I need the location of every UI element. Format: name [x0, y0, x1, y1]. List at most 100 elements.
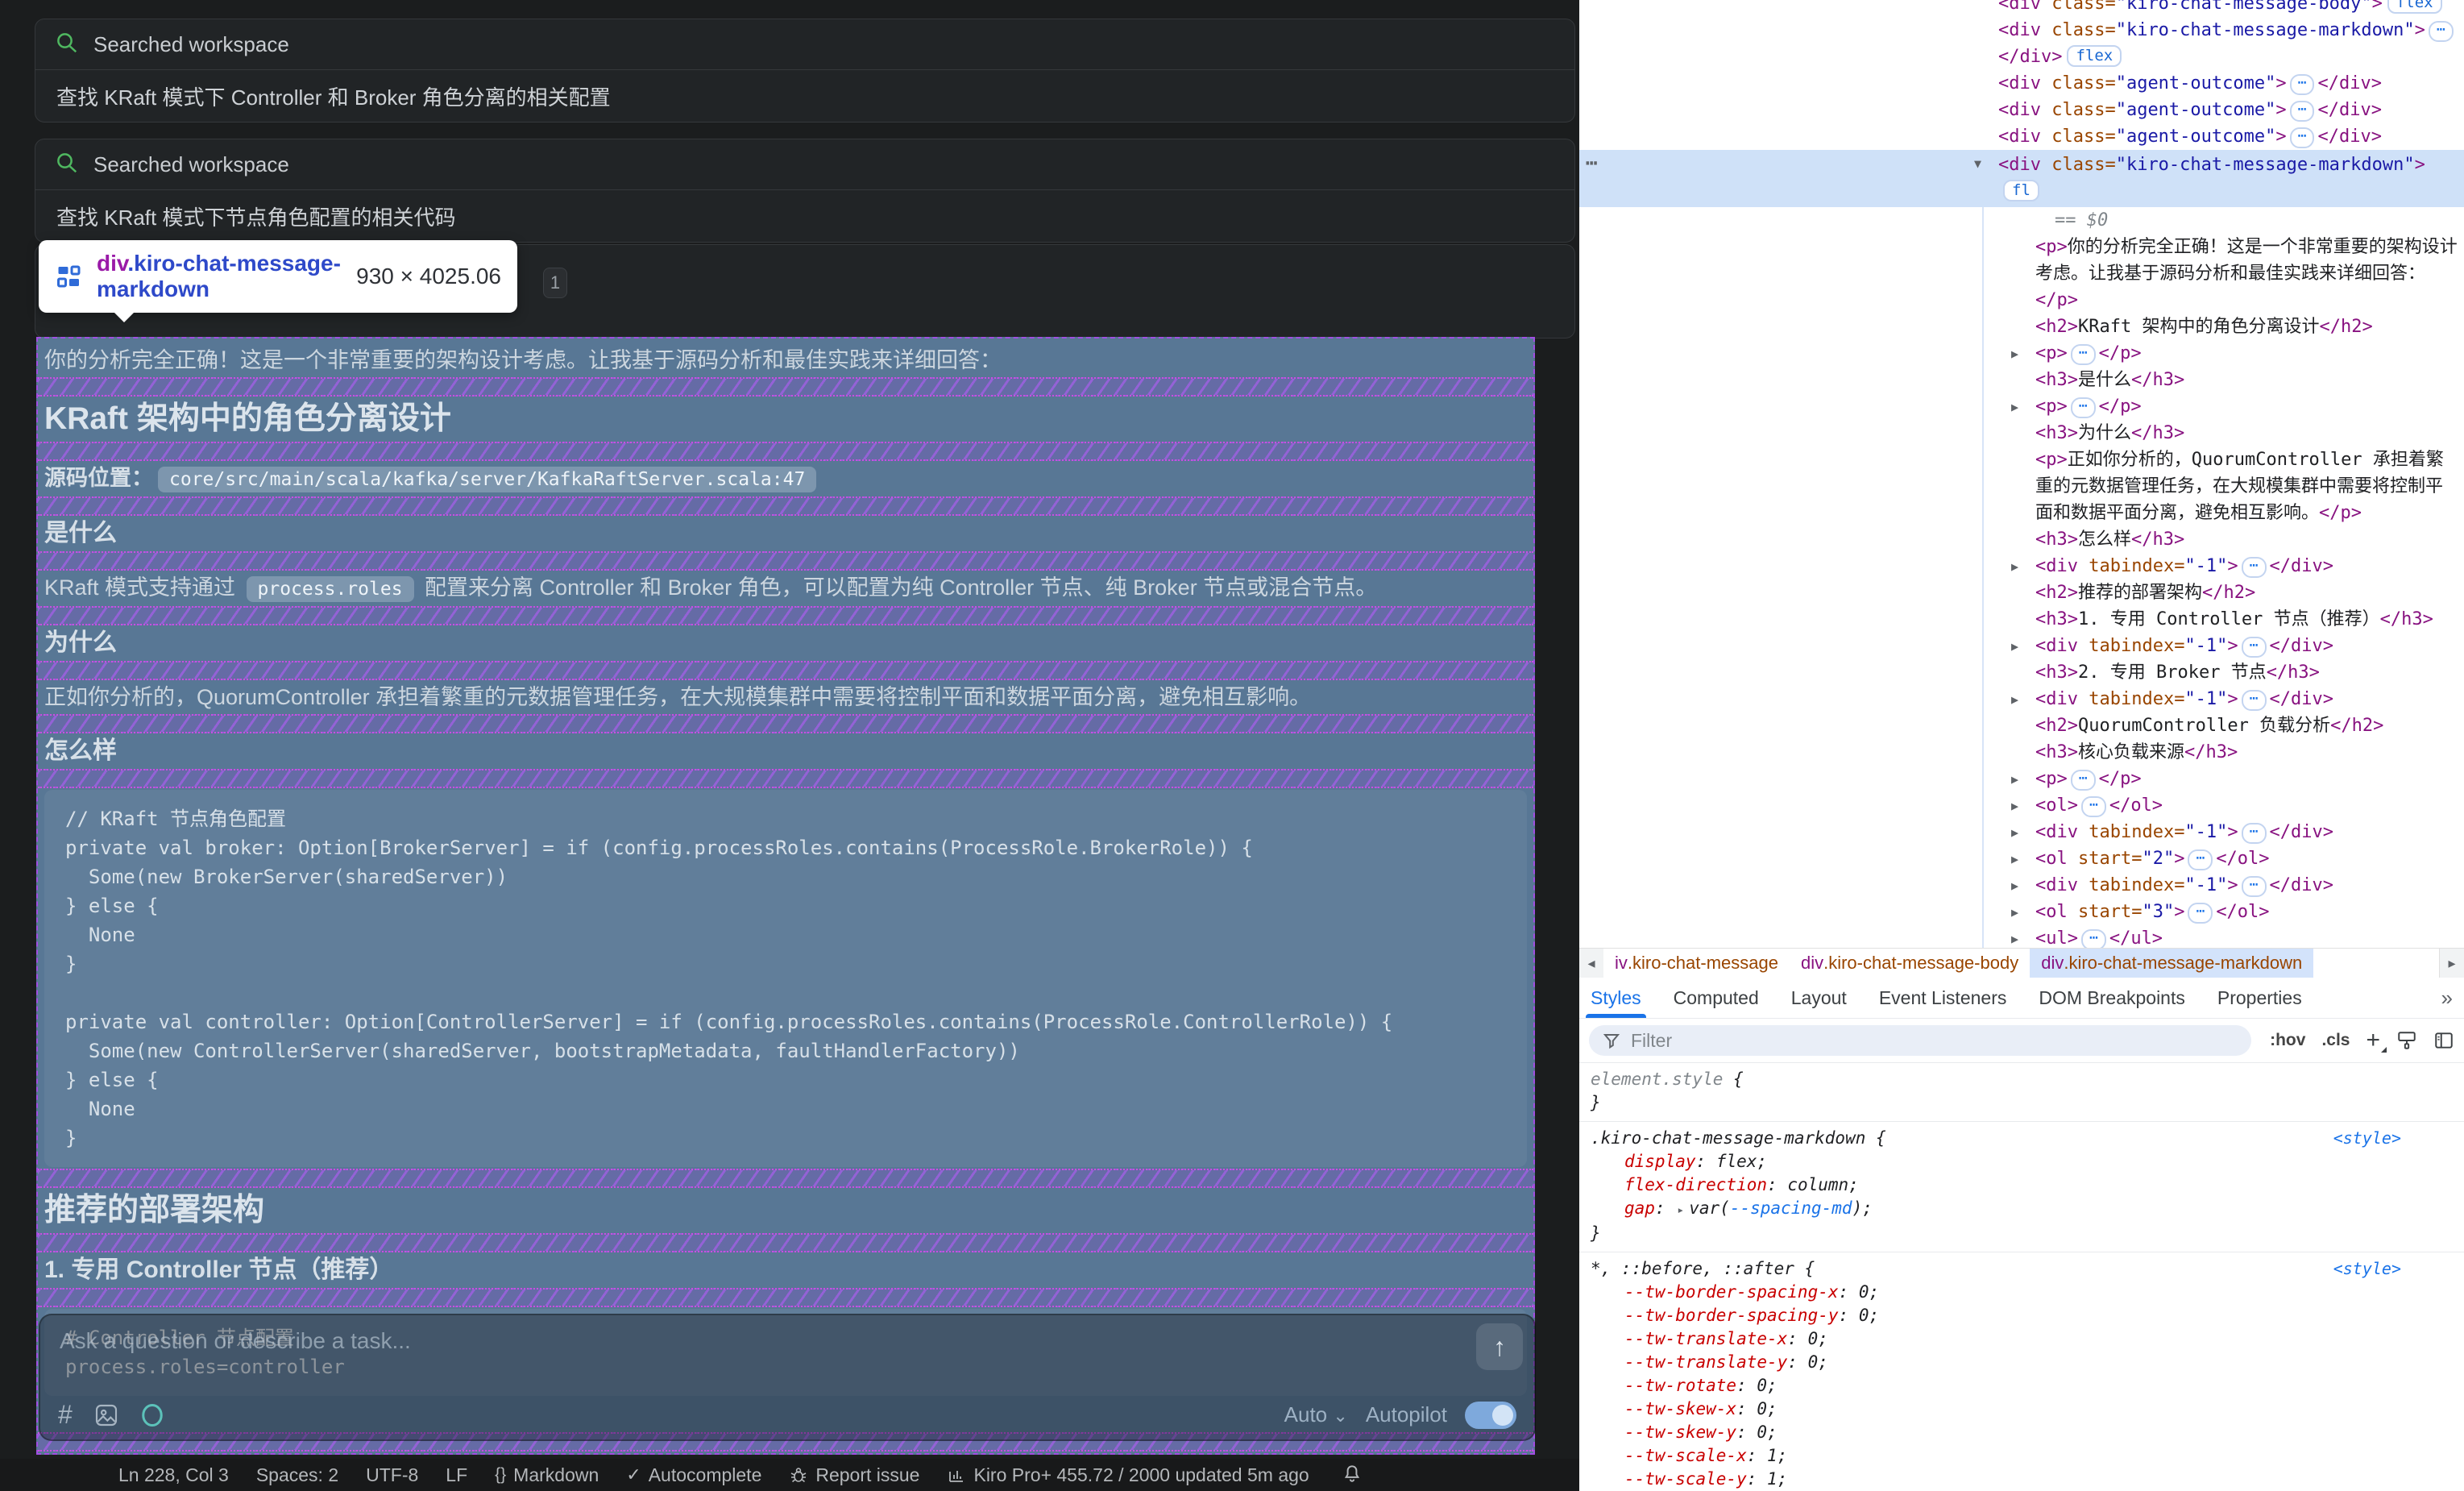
- elements-tree-row[interactable]: ▶<p>⋯</p>: [1579, 393, 2464, 420]
- elements-tree-row[interactable]: ▶<div tabindex="-1">⋯</div>: [1579, 872, 2464, 899]
- collapse-arrow-icon[interactable]: ▼: [1974, 151, 1981, 177]
- ellipsis-expand-pill[interactable]: ⋯: [2242, 876, 2267, 897]
- css-property[interactable]: display: flex;: [1591, 1150, 2400, 1173]
- elements-tree-row[interactable]: <div class="kiro-chat-message-markdown">…: [1579, 17, 2464, 44]
- elements-tree-row[interactable]: <p>你的分析完全正确！这是一个非常重要的架构设计考虑。让我基于源码分析和最佳实…: [1579, 234, 2464, 314]
- new-style-rule-button[interactable]: +: [2366, 1027, 2380, 1054]
- ellipsis-expand-pill[interactable]: ⋯: [2081, 929, 2106, 948]
- tab-properties[interactable]: Properties: [2217, 978, 2302, 1018]
- expand-arrow-icon[interactable]: ▶: [2011, 873, 2018, 899]
- attach-image-icon[interactable]: [93, 1402, 119, 1428]
- css-property[interactable]: --tw-skew-y: 0;: [1591, 1421, 2400, 1444]
- ellipsis-expand-pill[interactable]: ⋯: [2429, 21, 2454, 42]
- flex-badge[interactable]: flex: [2387, 0, 2442, 14]
- expand-arrow-icon[interactable]: ▶: [2011, 793, 2018, 820]
- expand-arrow-icon[interactable]: ▶: [2011, 554, 2018, 580]
- elements-tree-row[interactable]: <p>正如你分析的，QuorumController 承担着繁重的元数据管理任务…: [1579, 446, 2464, 526]
- elements-tree-row[interactable]: ⋯▼<div class="kiro-chat-message-markdown…: [1579, 150, 2464, 207]
- status-item[interactable]: Kiro Pro+ 455.72 / 2000 updated 5m ago: [947, 1464, 1309, 1486]
- toggle-class-button[interactable]: .cls: [2321, 1031, 2350, 1050]
- status-item[interactable]: Ln 228, Col 3: [118, 1464, 229, 1486]
- elements-tree-row[interactable]: ▶<div tabindex="-1">⋯</div>: [1579, 686, 2464, 712]
- notifications-bell-icon[interactable]: [1342, 1463, 1363, 1488]
- elements-tree-row[interactable]: ▶<p>⋯</p>: [1579, 766, 2464, 792]
- breadcrumb-item[interactable]: div.kiro-chat-message-body: [1790, 949, 2030, 978]
- ellipsis-expand-pill[interactable]: ⋯: [2242, 690, 2267, 711]
- elements-tree-row[interactable]: <div class="kiro-chat-message-body">flex: [1579, 0, 2464, 17]
- tab-layout[interactable]: Layout: [1791, 978, 1847, 1018]
- status-item[interactable]: Spaces: 2: [256, 1464, 338, 1486]
- elements-tree-row[interactable]: <h2>KRaft 架构中的角色分离设计</h2>: [1579, 314, 2464, 340]
- more-tabs-icon[interactable]: »: [2441, 986, 2453, 1011]
- css-property[interactable]: --tw-border-spacing-y: 0;: [1591, 1304, 2400, 1327]
- ellipsis-expand-pill[interactable]: ⋯: [2188, 849, 2213, 870]
- style-source-link[interactable]: <style>: [2333, 1257, 2401, 1281]
- elements-tree-row[interactable]: ▶<div tabindex="-1">⋯</div>: [1579, 819, 2464, 845]
- flex-badge[interactable]: fl: [2003, 180, 2039, 201]
- flex-badge[interactable]: flex: [2067, 45, 2122, 67]
- elements-tree-row[interactable]: <h3>怎么样</h3>: [1579, 526, 2464, 553]
- card-header[interactable]: Searched workspace: [35, 139, 1574, 189]
- elements-tree-row[interactable]: <h2>推荐的部署架构</h2>: [1579, 579, 2464, 606]
- expand-arrow-icon[interactable]: ▶: [2011, 820, 2018, 846]
- ellipsis-expand-pill[interactable]: ⋯: [2081, 796, 2106, 817]
- ellipsis-expand-pill[interactable]: ⋯: [2290, 74, 2315, 95]
- toggle-hover-state-button[interactable]: :hov: [2270, 1031, 2305, 1050]
- css-property[interactable]: --tw-border-spacing-x: 0;: [1591, 1281, 2400, 1304]
- ellipsis-expand-pill[interactable]: ⋯: [2242, 823, 2267, 844]
- chat-composer[interactable]: Ask a question or describe a task... ↑ #…: [39, 1314, 1536, 1441]
- breadcrumb-next-icon[interactable]: ▸: [2439, 949, 2464, 978]
- ellipsis-expand-pill[interactable]: ⋯: [2242, 637, 2267, 658]
- elements-tree-row[interactable]: == $0: [1579, 207, 2464, 234]
- expand-arrow-icon[interactable]: ▶: [2011, 926, 2018, 948]
- elements-tree-row[interactable]: <div class="agent-outcome">⋯</div>: [1579, 97, 2464, 123]
- css-property[interactable]: --tw-translate-x: 0;: [1591, 1327, 2400, 1351]
- css-property[interactable]: --tw-scale-x: 1;: [1591, 1444, 2400, 1468]
- css-property[interactable]: --tw-scale-y: 1;: [1591, 1468, 2400, 1491]
- rule-selector[interactable]: *, ::before, ::after {: [1591, 1257, 2400, 1281]
- ellipsis-expand-pill[interactable]: ⋯: [2071, 397, 2096, 418]
- expand-arrow-icon[interactable]: ▶: [2011, 846, 2018, 873]
- ellipsis-expand-pill[interactable]: ⋯: [2071, 770, 2096, 791]
- breadcrumb-item[interactable]: iv.kiro-chat-message: [1603, 949, 1790, 978]
- context-hash-icon[interactable]: #: [58, 1400, 73, 1430]
- elements-tree-row[interactable]: <h3>核心负载来源</h3>: [1579, 739, 2464, 766]
- row-options-icon[interactable]: ⋯: [1586, 150, 1599, 177]
- sidebar-dock-icon[interactable]: [2433, 1030, 2454, 1051]
- ellipsis-expand-pill[interactable]: ⋯: [2242, 557, 2267, 578]
- elements-tree-row[interactable]: <div class="agent-outcome">⋯</div>: [1579, 70, 2464, 97]
- expand-arrow-icon[interactable]: ▶: [2011, 899, 2018, 926]
- rendering-brush-icon[interactable]: [2396, 1030, 2417, 1051]
- elements-tree-row[interactable]: <h2>QuorumController 负载分析</h2>: [1579, 712, 2464, 739]
- expand-arrow-icon[interactable]: ▶: [2011, 633, 2018, 660]
- elements-tree-row[interactable]: ▶<ul>⋯</ul>: [1579, 925, 2464, 948]
- expand-arrow-icon[interactable]: ▸: [1677, 1202, 1684, 1217]
- status-item[interactable]: UTF-8: [366, 1464, 418, 1486]
- elements-tree-row[interactable]: <h3>1. 专用 Controller 节点（推荐）</h3>: [1579, 606, 2464, 633]
- styles-filter-input[interactable]: Filter: [1589, 1025, 2251, 1056]
- breadcrumb-item[interactable]: div.kiro-chat-message-markdown: [2030, 949, 2313, 978]
- elements-tree-row[interactable]: <h3>为什么</h3>: [1579, 420, 2464, 446]
- ellipsis-expand-pill[interactable]: ⋯: [2290, 101, 2315, 122]
- status-item[interactable]: Report issue: [789, 1464, 919, 1486]
- elements-tree-row[interactable]: <h3>是什么</h3>: [1579, 367, 2464, 393]
- rule-selector[interactable]: element.style {: [1591, 1068, 2400, 1091]
- css-property[interactable]: --tw-translate-y: 0;: [1591, 1351, 2400, 1374]
- ellipsis-expand-pill[interactable]: ⋯: [2071, 344, 2096, 365]
- elements-tree-row[interactable]: <div class="agent-outcome">⋯</div>: [1579, 123, 2464, 150]
- tab-styles[interactable]: Styles: [1591, 978, 1641, 1018]
- searched-workspace-card[interactable]: Searched workspace查找 KRaft 模式下 Controlle…: [35, 19, 1575, 123]
- css-property[interactable]: --tw-skew-x: 0;: [1591, 1398, 2400, 1421]
- elements-tree-row[interactable]: ▶<ol>⋯</ol>: [1579, 792, 2464, 819]
- elements-tree-row[interactable]: ▶<div tabindex="-1">⋯</div>: [1579, 553, 2464, 579]
- css-property[interactable]: flex-direction: column;: [1591, 1173, 2400, 1197]
- rule-selector[interactable]: .kiro-chat-message-markdown {: [1591, 1127, 2400, 1150]
- elements-tree-row[interactable]: ▶<ol start="3">⋯</ol>: [1579, 899, 2464, 925]
- mode-select[interactable]: Auto ⌄: [1284, 1402, 1348, 1427]
- send-button[interactable]: ↑: [1476, 1323, 1523, 1370]
- autopilot-toggle[interactable]: [1465, 1402, 1516, 1429]
- status-item[interactable]: LF: [446, 1464, 467, 1486]
- ellipsis-expand-pill[interactable]: ⋯: [2290, 127, 2315, 148]
- style-source-link[interactable]: <style>: [2333, 1127, 2401, 1150]
- elements-tree-row[interactable]: ▶<p>⋯</p>: [1579, 340, 2464, 367]
